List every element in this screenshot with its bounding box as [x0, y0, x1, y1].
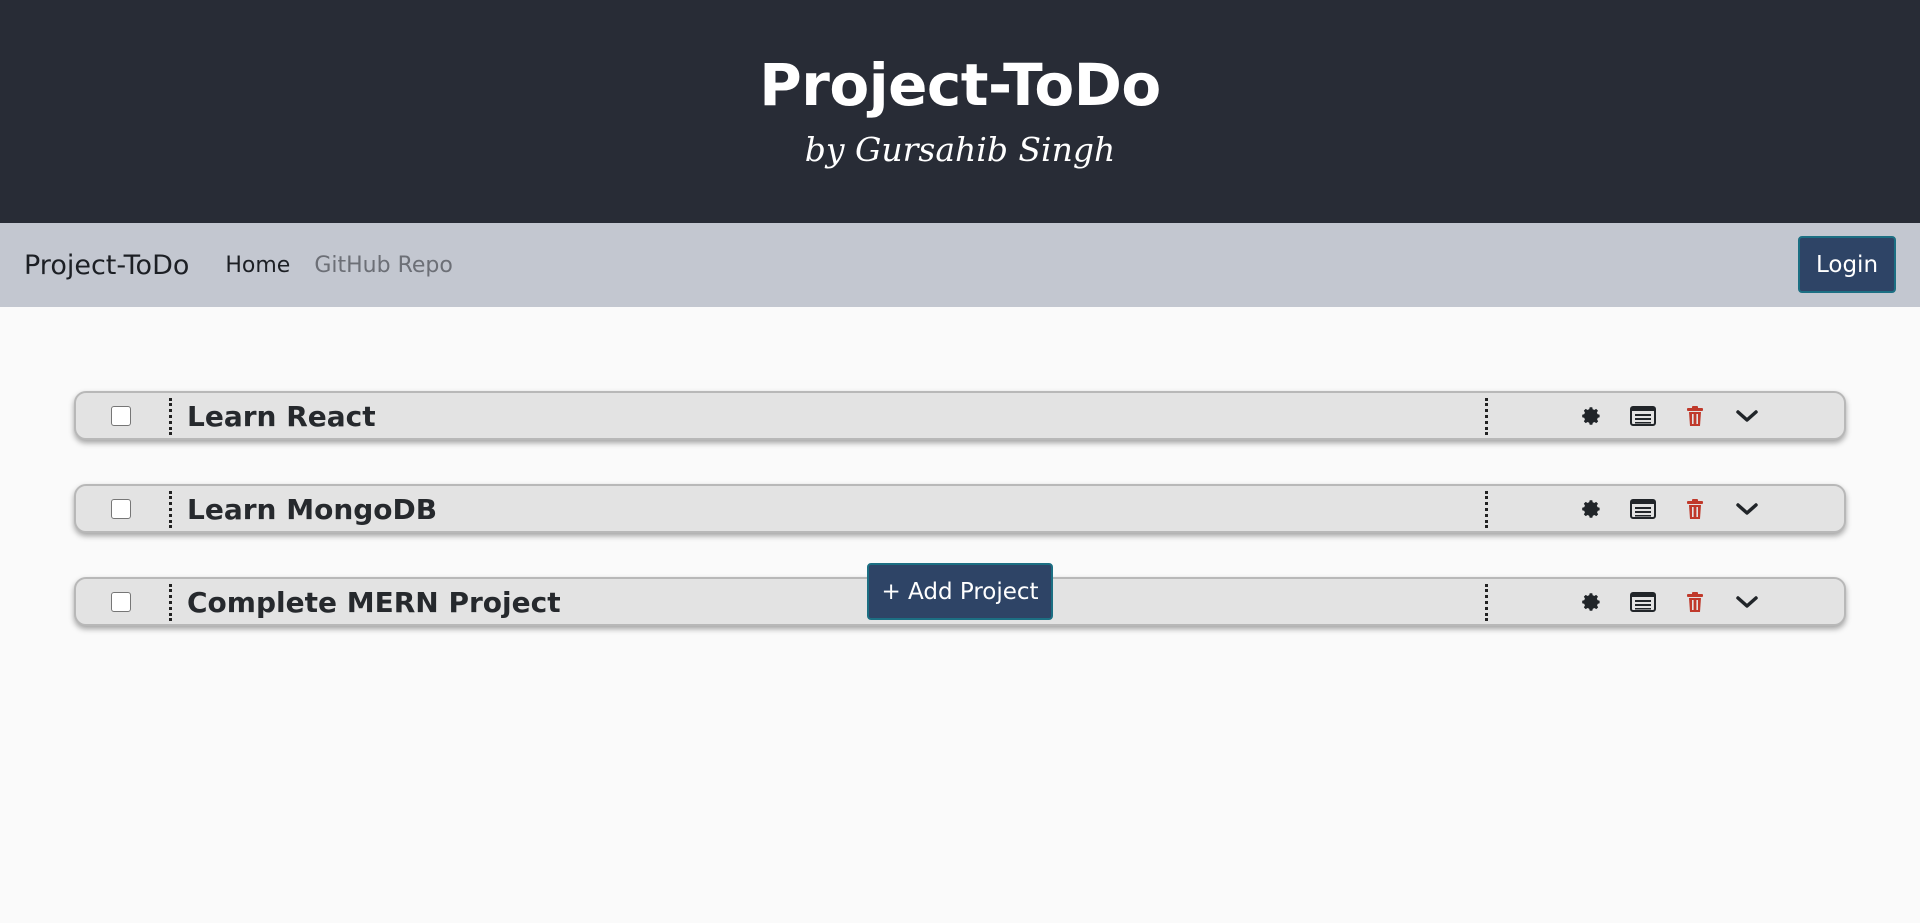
list-icon[interactable] — [1630, 403, 1656, 429]
project-actions — [1578, 403, 1760, 429]
list-icon[interactable] — [1630, 496, 1656, 522]
project-actions — [1578, 496, 1760, 522]
chevron-down-icon[interactable] — [1734, 403, 1760, 429]
navbar-brand[interactable]: Project-ToDo — [24, 250, 189, 281]
project-item: Learn React — [74, 391, 1846, 440]
nav-link-github-repo[interactable]: GitHub Repo — [314, 253, 453, 278]
login-button[interactable]: Login — [1798, 236, 1896, 293]
page-title: Project-ToDo — [759, 51, 1161, 119]
divider — [1485, 491, 1488, 528]
gear-icon[interactable] — [1578, 496, 1604, 522]
drag-handle[interactable] — [169, 491, 172, 528]
divider — [1485, 398, 1488, 435]
add-project-button[interactable]: + Add Project — [867, 563, 1053, 620]
navbar: Project-ToDo Home GitHub Repo Login — [0, 223, 1920, 307]
chevron-down-icon[interactable] — [1734, 496, 1760, 522]
nav-link-home[interactable]: Home — [225, 253, 290, 278]
page-subtitle: by Gursahib Singh — [804, 130, 1116, 169]
trash-icon[interactable] — [1682, 403, 1708, 429]
trash-icon[interactable] — [1682, 496, 1708, 522]
page-header: Project-ToDo by Gursahib Singh — [0, 0, 1920, 223]
add-project-container: + Add Project — [0, 563, 1920, 620]
project-name[interactable]: Learn React — [187, 397, 376, 437]
project-checkbox[interactable] — [111, 406, 131, 426]
gear-icon[interactable] — [1578, 403, 1604, 429]
project-checkbox[interactable] — [111, 499, 131, 519]
project-item: Learn MongoDB — [74, 484, 1846, 533]
drag-handle[interactable] — [169, 398, 172, 435]
project-name[interactable]: Learn MongoDB — [187, 490, 437, 530]
